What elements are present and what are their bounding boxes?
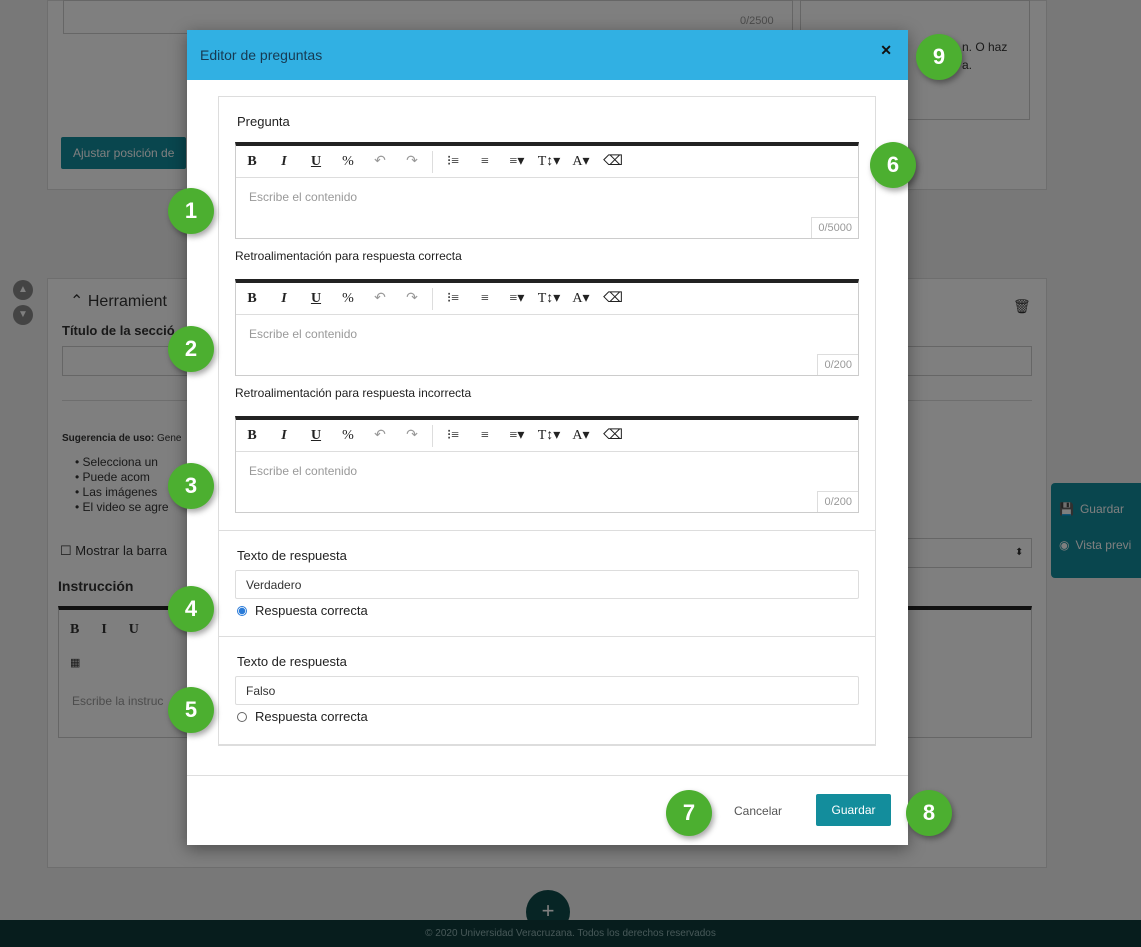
radio-unchecked-icon[interactable] <box>237 711 247 722</box>
unordered-list-icon[interactable]: ≡ <box>469 154 501 170</box>
modal-title: Editor de preguntas <box>200 47 323 63</box>
eraser-icon[interactable]: ⌫ <box>597 153 629 170</box>
callout-7: 7 <box>666 790 712 836</box>
answer-text-label: Texto de respuesta <box>237 654 347 669</box>
bold-icon[interactable]: B <box>236 291 268 307</box>
link-icon[interactable]: % <box>332 428 364 444</box>
footer-divider <box>187 775 908 776</box>
undo-icon[interactable]: ↶ <box>364 427 396 444</box>
toolbar-separator <box>432 424 433 447</box>
text-size-icon[interactable]: T↕▾ <box>533 427 565 444</box>
callout-1: 1 <box>168 188 214 234</box>
incorrect-feedback-char-counter: 0/200 <box>817 491 858 512</box>
close-icon[interactable]: ✕ <box>880 42 892 59</box>
correct-feedback-label: Retroalimentación para respuesta correct… <box>235 249 462 263</box>
question-content-area[interactable]: Escribe el contenido 0/5000 <box>236 178 858 238</box>
incorrect-feedback-label: Retroalimentación para respuesta incorre… <box>235 386 472 400</box>
font-color-icon[interactable]: A▾ <box>565 427 597 444</box>
font-color-icon[interactable]: A▾ <box>565 153 597 170</box>
question-editor-modal: Editor de preguntas ✕ Pregunta B I U % ↶… <box>187 30 908 845</box>
answer-text-input[interactable]: Falso <box>235 676 859 705</box>
radio-label: Respuesta correcta <box>255 709 368 724</box>
eraser-icon[interactable]: ⌫ <box>597 290 629 307</box>
align-icon[interactable]: ≡▾ <box>501 290 533 307</box>
redo-icon[interactable]: ↷ <box>396 153 428 170</box>
align-icon[interactable]: ≡▾ <box>501 427 533 444</box>
correct-feedback-placeholder: Escribe el contenido <box>249 327 358 341</box>
link-icon[interactable]: % <box>332 291 364 307</box>
bold-icon[interactable]: B <box>236 154 268 170</box>
question-placeholder: Escribe el contenido <box>249 190 358 204</box>
question-char-counter: 0/5000 <box>811 217 858 238</box>
radio-checked-icon[interactable] <box>237 605 247 616</box>
callout-3: 3 <box>168 463 214 509</box>
underline-icon[interactable]: U <box>300 154 332 170</box>
unordered-list-icon[interactable]: ≡ <box>469 291 501 307</box>
correct-answer-radio[interactable]: Respuesta correcta <box>237 603 368 618</box>
redo-icon[interactable]: ↷ <box>396 290 428 307</box>
callout-5: 5 <box>168 687 214 733</box>
callout-8: 8 <box>906 790 952 836</box>
redo-icon[interactable]: ↷ <box>396 427 428 444</box>
toolbar-separator <box>432 287 433 310</box>
correct-feedback-char-counter: 0/200 <box>817 354 858 375</box>
text-size-icon[interactable]: T↕▾ <box>533 153 565 170</box>
italic-icon[interactable]: I <box>268 154 300 170</box>
align-icon[interactable]: ≡▾ <box>501 153 533 170</box>
editor-toolbar: B I U % ↶ ↷ ⁝≡ ≡ ≡▾ T↕▾ A▾ ⌫ <box>236 146 858 178</box>
bold-icon[interactable]: B <box>236 428 268 444</box>
radio-label: Respuesta correcta <box>255 603 368 618</box>
answer-text-label: Texto de respuesta <box>237 548 347 563</box>
answer-text-input[interactable]: Verdadero <box>235 570 859 599</box>
link-icon[interactable]: % <box>332 154 364 170</box>
question-label: Pregunta <box>237 114 290 129</box>
callout-6: 6 <box>870 142 916 188</box>
callout-2: 2 <box>168 326 214 372</box>
font-color-icon[interactable]: A▾ <box>565 290 597 307</box>
eraser-icon[interactable]: ⌫ <box>597 427 629 444</box>
answer-block: Texto de respuesta Falso Respuesta corre… <box>218 636 876 745</box>
italic-icon[interactable]: I <box>268 291 300 307</box>
callout-4: 4 <box>168 586 214 632</box>
ordered-list-icon[interactable]: ⁝≡ <box>437 290 469 307</box>
question-editor: B I U % ↶ ↷ ⁝≡ ≡ ≡▾ T↕▾ A▾ ⌫ Escribe el … <box>235 142 859 239</box>
ordered-list-icon[interactable]: ⁝≡ <box>437 153 469 170</box>
incorrect-feedback-placeholder: Escribe el contenido <box>249 464 358 478</box>
correct-feedback-content-area[interactable]: Escribe el contenido 0/200 <box>236 315 858 375</box>
ordered-list-icon[interactable]: ⁝≡ <box>437 427 469 444</box>
correct-answer-radio[interactable]: Respuesta correcta <box>237 709 368 724</box>
cancel-button[interactable]: Cancelar <box>734 804 782 818</box>
underline-icon[interactable]: U <box>300 428 332 444</box>
save-button[interactable]: Guardar <box>816 794 891 826</box>
undo-icon[interactable]: ↶ <box>364 153 396 170</box>
toolbar-separator <box>432 150 433 173</box>
unordered-list-icon[interactable]: ≡ <box>469 428 501 444</box>
modal-header: Editor de preguntas ✕ <box>187 30 908 80</box>
callout-9: 9 <box>916 34 962 80</box>
text-size-icon[interactable]: T↕▾ <box>533 290 565 307</box>
editor-toolbar: B I U % ↶ ↷ ⁝≡ ≡ ≡▾ T↕▾ A▾ ⌫ <box>236 420 858 452</box>
underline-icon[interactable]: U <box>300 291 332 307</box>
incorrect-feedback-editor: B I U % ↶ ↷ ⁝≡ ≡ ≡▾ T↕▾ A▾ ⌫ Escribe el … <box>235 416 859 513</box>
editor-toolbar: B I U % ↶ ↷ ⁝≡ ≡ ≡▾ T↕▾ A▾ ⌫ <box>236 283 858 315</box>
undo-icon[interactable]: ↶ <box>364 290 396 307</box>
correct-feedback-editor: B I U % ↶ ↷ ⁝≡ ≡ ≡▾ T↕▾ A▾ ⌫ Escribe el … <box>235 279 859 376</box>
incorrect-feedback-content-area[interactable]: Escribe el contenido 0/200 <box>236 452 858 512</box>
answer-block: Texto de respuesta Verdadero Respuesta c… <box>218 530 876 637</box>
italic-icon[interactable]: I <box>268 428 300 444</box>
